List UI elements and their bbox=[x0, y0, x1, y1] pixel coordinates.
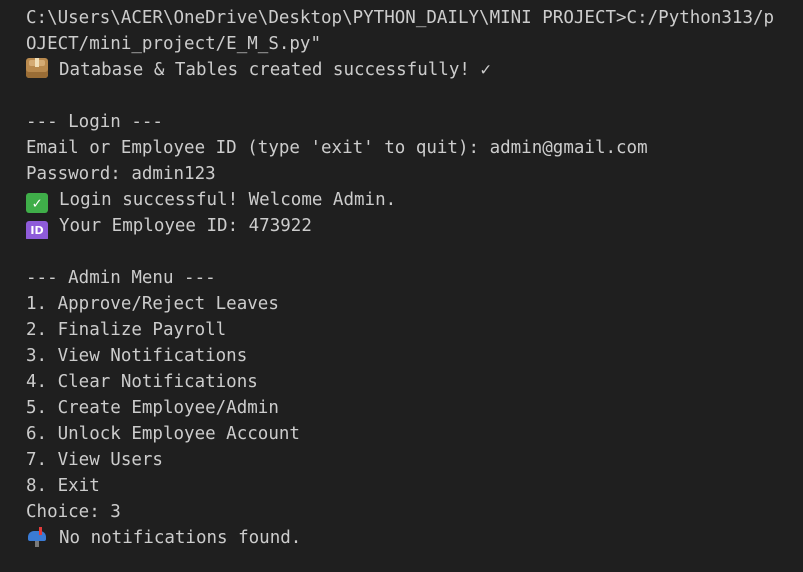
email-prompt-line: Email or Employee ID (type 'exit' to qui… bbox=[26, 138, 648, 158]
employee-id-text: Your Employee ID: 473922 bbox=[59, 216, 312, 236]
menu-item-exit: 8. Exit bbox=[26, 476, 100, 496]
mailbox-icon bbox=[26, 526, 48, 547]
menu-item-create-employee-admin: 5. Create Employee/Admin bbox=[26, 398, 279, 418]
menu-item-unlock-employee-account: 6. Unlock Employee Account bbox=[26, 424, 300, 444]
id-badge-icon: ID bbox=[26, 221, 48, 239]
menu-item-view-users: 7. View Users bbox=[26, 450, 163, 470]
command-line-1: C:\Users\ACER\OneDrive\Desktop\PYTHON_DA… bbox=[26, 8, 775, 28]
menu-item-approve-reject-leaves: 1. Approve/Reject Leaves bbox=[26, 294, 279, 314]
login-success-line: ✓ Login successful! Welcome Admin. bbox=[26, 187, 803, 213]
check-mark-icon: ✓ bbox=[26, 193, 48, 213]
login-header: --- Login --- bbox=[26, 112, 163, 132]
choice-line: Choice: 3 bbox=[26, 502, 121, 522]
menu-item-clear-notifications: 4. Clear Notifications bbox=[26, 372, 258, 392]
package-icon bbox=[26, 58, 48, 78]
db-created-text: Database & Tables created successfully! … bbox=[59, 60, 491, 80]
terminal-output[interactable]: C:\Users\ACER\OneDrive\Desktop\PYTHON_DA… bbox=[0, 0, 803, 572]
no-notifications-text: No notifications found. bbox=[59, 528, 302, 548]
admin-menu-header: --- Admin Menu --- bbox=[26, 268, 216, 288]
menu-item-finalize-payroll: 2. Finalize Payroll bbox=[26, 320, 227, 340]
password-prompt-line: Password: admin123 bbox=[26, 164, 216, 184]
menu-item-view-notifications: 3. View Notifications bbox=[26, 346, 248, 366]
login-success-text: Login successful! Welcome Admin. bbox=[59, 190, 397, 210]
db-created-line: Database & Tables created successfully! … bbox=[26, 57, 803, 83]
command-line-2: OJECT/mini_project/E_M_S.py" bbox=[26, 34, 322, 54]
employee-id-line: ID Your Employee ID: 473922 bbox=[26, 213, 803, 239]
no-notifications-line: No notifications found. bbox=[26, 525, 803, 551]
